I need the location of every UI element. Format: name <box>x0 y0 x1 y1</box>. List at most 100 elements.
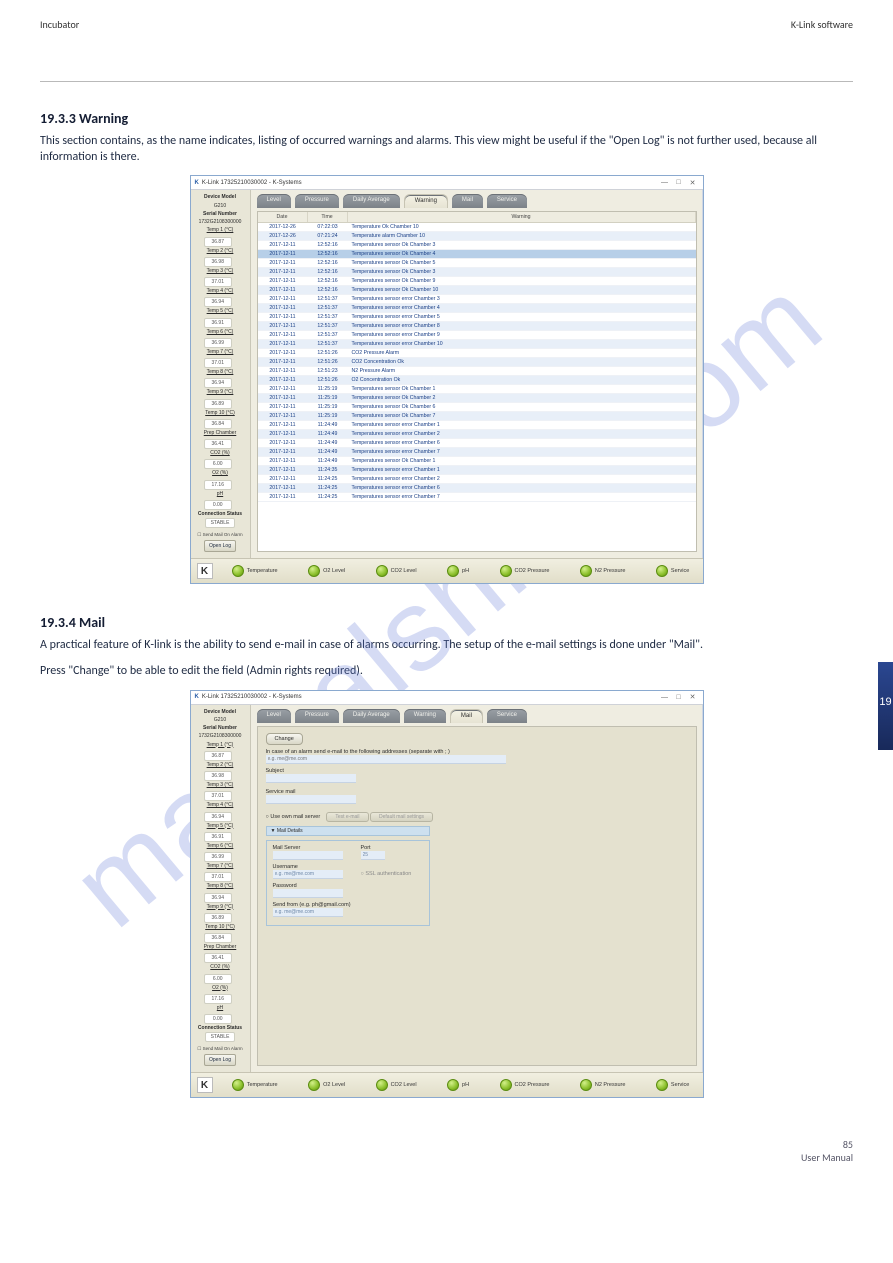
cell: 2017-12-11 <box>258 313 308 321</box>
col-time[interactable]: Time <box>308 212 348 222</box>
status-bar: K TemperatureO2 LevelCO2 LevelpHCO2 Pres… <box>191 1072 703 1097</box>
table-row[interactable]: 2017-12-1111:24:49Temperatures sensor er… <box>258 439 696 448</box>
tab-warning[interactable]: Warning <box>404 194 448 208</box>
table-row[interactable]: 2017-12-1111:24:49Temperatures sensor Ok… <box>258 457 696 466</box>
table-row[interactable]: 2017-12-1111:24:49Temperatures sensor er… <box>258 430 696 439</box>
subject-field[interactable] <box>266 774 356 783</box>
status-led-icon <box>500 565 512 577</box>
table-row[interactable]: 2017-12-1112:51:37Temperatures sensor er… <box>258 295 696 304</box>
sendfrom-field[interactable] <box>273 908 343 917</box>
username-field[interactable] <box>273 870 343 879</box>
col-warning[interactable]: Warning <box>348 212 696 222</box>
table-row[interactable]: 2017-12-1111:24:49Temperatures sensor er… <box>258 448 696 457</box>
status-ph: pH <box>447 1079 469 1091</box>
addresses-field[interactable] <box>266 755 506 764</box>
status-co2-pressure: CO2 Pressure <box>500 565 550 577</box>
close-icon[interactable]: ✕ <box>687 178 699 188</box>
metric-value: 36.89 <box>204 913 232 923</box>
password-field[interactable] <box>273 889 343 898</box>
connection-status-label: Connection Status <box>198 512 242 517</box>
open-log-button[interactable]: Open Log <box>204 1054 236 1066</box>
cell: 2017-12-26 <box>258 232 308 240</box>
minimize-icon[interactable]: — <box>659 178 671 188</box>
status-led-icon <box>232 1079 244 1091</box>
service-mail-field[interactable] <box>266 795 356 804</box>
table-row[interactable]: 2017-12-1112:52:16Temperatures sensor Ok… <box>258 268 696 277</box>
tab-daily-average[interactable]: Daily Average <box>343 709 400 723</box>
table-row[interactable]: 2017-12-1111:24:25Temperatures sensor er… <box>258 484 696 493</box>
open-log-button[interactable]: Open Log <box>204 540 236 552</box>
table-row[interactable]: 2017-12-1112:51:26CO2 Concentration Ok <box>258 358 696 367</box>
cell: 2017-12-11 <box>258 484 308 492</box>
table-row[interactable]: 2017-12-2607:21:24Temperature alarm Cham… <box>258 232 696 241</box>
cell: 2017-12-11 <box>258 295 308 303</box>
tab-mail[interactable]: Mail <box>450 709 483 723</box>
table-row[interactable]: 2017-12-1111:24:25Temperatures sensor er… <box>258 493 696 502</box>
table-row[interactable]: 2017-12-1111:25:19Temperatures sensor Ok… <box>258 385 696 394</box>
table-row[interactable]: 2017-12-1111:25:19Temperatures sensor Ok… <box>258 412 696 421</box>
cell: 11:25:19 <box>308 403 348 411</box>
table-row[interactable]: 2017-12-1112:51:26CO2 Pressure Alarm <box>258 349 696 358</box>
tab-warning[interactable]: Warning <box>404 709 446 723</box>
cell: Temperatures sensor error Chamber 6 <box>348 484 696 492</box>
tab-mail[interactable]: Mail <box>452 194 483 208</box>
table-row[interactable]: 2017-12-2607:22:03Temperature Ok Chamber… <box>258 223 696 232</box>
status-bar: K TemperatureO2 LevelCO2 LevelpHCO2 Pres… <box>191 558 703 583</box>
change-button[interactable]: Change <box>266 733 303 745</box>
send-mail-check[interactable]: ☐ Send Mail On Alarm <box>197 532 242 538</box>
table-row[interactable]: 2017-12-1111:24:25Temperatures sensor er… <box>258 475 696 484</box>
table-row[interactable]: 2017-12-1112:51:37Temperatures sensor er… <box>258 313 696 322</box>
test-email-button[interactable]: Test e-mail <box>326 812 368 822</box>
minimize-icon[interactable]: — <box>659 692 671 702</box>
table-row[interactable]: 2017-12-1112:51:23N2 Pressure Alarm <box>258 367 696 376</box>
table-row[interactable]: 2017-12-1111:24:49Temperatures sensor er… <box>258 421 696 430</box>
cell: 2017-12-11 <box>258 376 308 384</box>
tab-pressure[interactable]: Pressure <box>295 709 339 723</box>
table-row[interactable]: 2017-12-1112:51:26O2 Concentration Ok <box>258 376 696 385</box>
use-own-check[interactable]: ○ Use own mail server <box>266 814 321 820</box>
table-row[interactable]: 2017-12-1112:52:16Temperatures sensor Ok… <box>258 277 696 286</box>
metric-label: Prep Chamber <box>204 431 237 436</box>
metric-label: Temp 2 (°C) <box>204 249 237 254</box>
serial-label: Serial Number <box>203 212 237 217</box>
table-row[interactable]: 2017-12-1112:52:16Temperatures sensor Ok… <box>258 286 696 295</box>
tab-level[interactable]: Level <box>257 709 291 723</box>
tab-level[interactable]: Level <box>257 194 291 208</box>
ssl-check[interactable]: ○ SSL authentication <box>361 871 412 877</box>
port-field[interactable] <box>361 851 385 860</box>
mail-details-header[interactable]: ▼ Mail Details <box>266 826 430 836</box>
table-row[interactable]: 2017-12-1112:52:16Temperatures sensor Ok… <box>258 241 696 250</box>
tab-pressure[interactable]: Pressure <box>295 194 339 208</box>
connection-status-value: STABLE <box>205 1032 236 1042</box>
table-row[interactable]: 2017-12-1112:51:37Temperatures sensor er… <box>258 331 696 340</box>
tab-service[interactable]: Service <box>487 709 527 723</box>
header-left: Incubator <box>40 18 79 31</box>
maximize-icon[interactable]: □ <box>673 178 685 188</box>
tab-service[interactable]: Service <box>487 194 527 208</box>
warning-grid[interactable]: Date Time Warning 2017-12-2607:22:03Temp… <box>257 211 697 552</box>
app-icon: K <box>195 180 199 186</box>
table-row[interactable]: 2017-12-1111:25:19Temperatures sensor Ok… <box>258 403 696 412</box>
cell: 2017-12-11 <box>258 277 308 285</box>
table-row[interactable]: 2017-12-1112:51:37Temperatures sensor er… <box>258 304 696 313</box>
cell: 2017-12-11 <box>258 331 308 339</box>
metric-label: CO2 (%) <box>204 451 237 456</box>
maximize-icon[interactable]: □ <box>673 692 685 702</box>
metric-value: 37.01 <box>204 277 232 287</box>
col-date[interactable]: Date <box>258 212 308 222</box>
mail-server-field[interactable] <box>273 851 343 860</box>
tab-daily-average[interactable]: Daily Average <box>343 194 400 208</box>
table-row[interactable]: 2017-12-1112:51:37Temperatures sensor er… <box>258 322 696 331</box>
default-settings-button[interactable]: Default mail settings <box>370 812 433 822</box>
table-row[interactable]: 2017-12-1111:25:19Temperatures sensor Ok… <box>258 394 696 403</box>
table-row[interactable]: 2017-12-1112:52:16Temperatures sensor Ok… <box>258 250 696 259</box>
cell: 2017-12-11 <box>258 340 308 348</box>
table-row[interactable]: 2017-12-1112:51:37Temperatures sensor er… <box>258 340 696 349</box>
table-row[interactable]: 2017-12-1112:52:16Temperatures sensor Ok… <box>258 259 696 268</box>
cell: 12:51:26 <box>308 376 348 384</box>
table-row[interactable]: 2017-12-1111:24:35Temperatures sensor er… <box>258 466 696 475</box>
cell: 2017-12-11 <box>258 358 308 366</box>
send-mail-check[interactable]: ☐ Send Mail On Alarm <box>197 1046 242 1052</box>
close-icon[interactable]: ✕ <box>687 692 699 702</box>
metric-label: CO2 (%) <box>204 965 237 970</box>
